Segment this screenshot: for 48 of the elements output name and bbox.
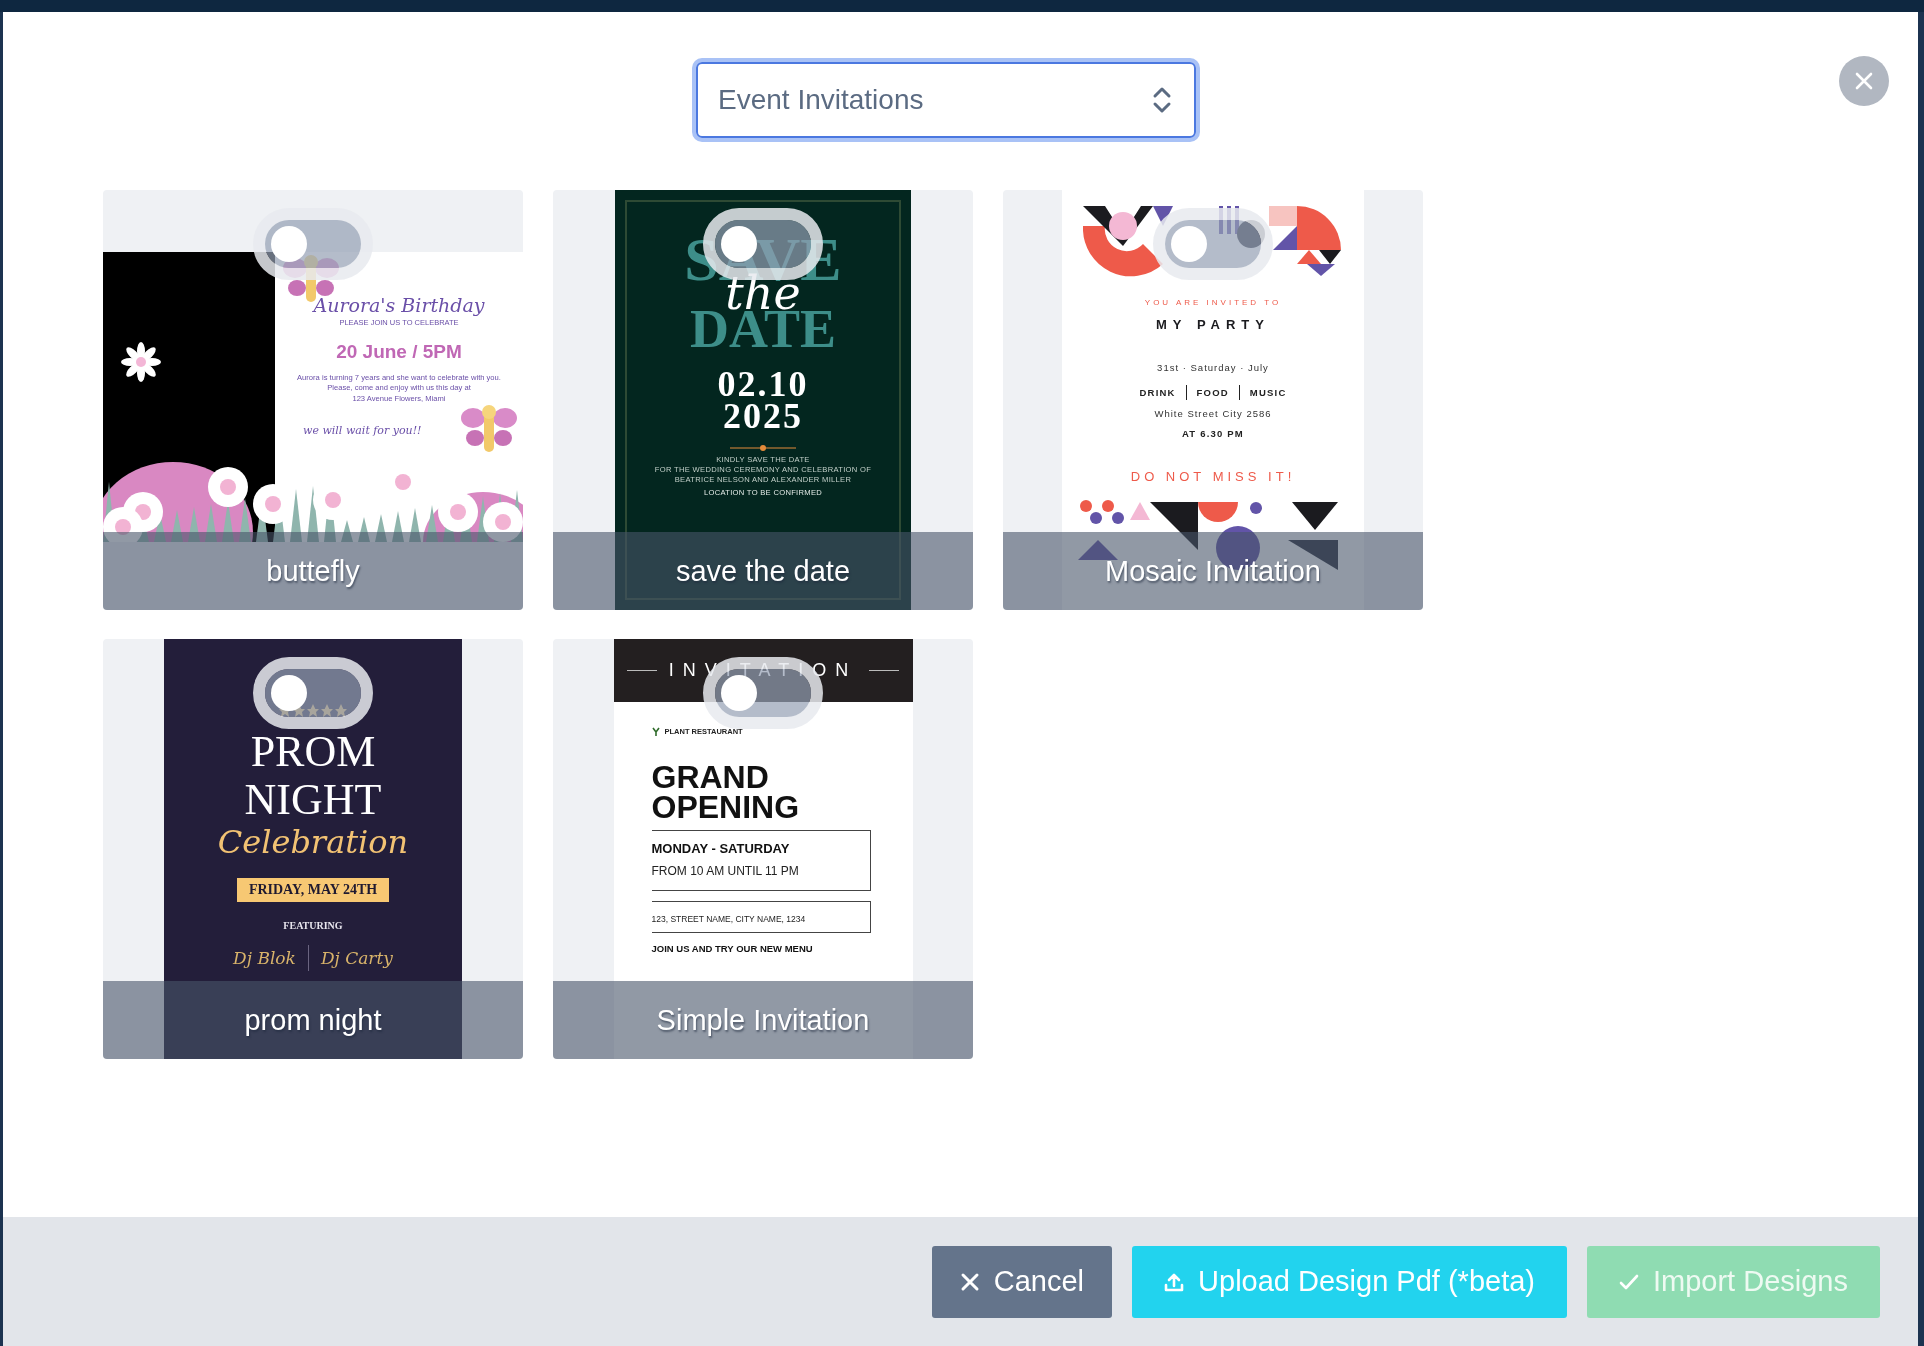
flower-drawing [121,342,161,382]
invitation-closing: DO NOT MISS IT! [1130,469,1296,484]
invitation-hours: FROM 10 AM UNTIL 11 PM [651,864,800,878]
design-card[interactable]: PROM NIGHT Celebration FRIDAY, MAY 24TH FEATURING Dj Blok Dj Carty prom night [103,639,523,1059]
invitation-title: Aurora's Birthday [313,294,485,316]
feature-label: MUSIC [1238,385,1297,400]
invitation-date: 2025 [723,400,803,432]
design-name: Mosaic Invitation [1003,532,1423,610]
invitation-title: OPENING [651,792,801,822]
butterfly-drawing [459,404,519,454]
toggle-switch[interactable] [1153,208,1273,280]
close-icon [959,1271,980,1292]
invitation-title: MY PARTY [1156,317,1270,332]
design-card[interactable] [103,190,523,610]
invitation-address: 123, STREET NAME, CITY NAME, 1234 [651,914,806,924]
date-ribbon: FRIDAY, MAY 24TH [236,878,390,902]
invitation-title: GRAND [651,762,770,792]
invitation-closing: JOIN US AND TRY OUR NEW MENU [651,943,814,954]
invitation-featuring: FEATURING [283,920,343,931]
invitation-date: 20 June / 5PM [336,341,462,363]
upload-icon [1164,1271,1185,1292]
feature-label: DRINK [1138,386,1177,400]
performer-name: Dj Carty [320,948,393,968]
design-card[interactable]: YOU ARE INVITED TO MY PARTY 31st · Saturday · July DRINK FOOD MUSIC White Street City 2586 AT 6.30 PM DO NOT MISS IT! Mosaic Invitation [1003,190,1423,610]
design-name: save the date [553,532,973,610]
invitation-title: PROM [250,732,376,772]
design-name: prom night [103,981,523,1059]
design-name: buttefly [103,532,523,610]
ornament-drawing [728,444,798,452]
performer-name: Dj Blok [233,948,296,968]
invitation-closing: we will wait for you!! [302,423,422,437]
invitation-intro: YOU ARE INVITED TO [1144,298,1282,307]
invitation-script: Celebration [217,824,409,860]
toggle-switch[interactable] [253,657,373,729]
feature-label: FOOD [1185,385,1239,400]
invitation-days: MONDAY - SATURDAY [651,841,870,856]
design-name: Simple Invitation [553,981,973,1059]
banner-title: INVITATION [668,660,858,681]
close-icon [1854,71,1874,91]
invitation-date: 31st · Saturday · July [1157,362,1269,373]
invitation-time: AT 6.30 PM [1182,428,1244,439]
invitation-date: 02.10 [717,368,809,400]
invitation-address: White Street City 2586 [1154,408,1272,419]
toggle-switch[interactable] [253,208,373,280]
chevron-updown-icon [1152,85,1172,115]
invitation-title: NIGHT [244,780,382,820]
sprout-icon [651,727,660,736]
cancel-button[interactable]: Cancel [931,1245,1113,1318]
